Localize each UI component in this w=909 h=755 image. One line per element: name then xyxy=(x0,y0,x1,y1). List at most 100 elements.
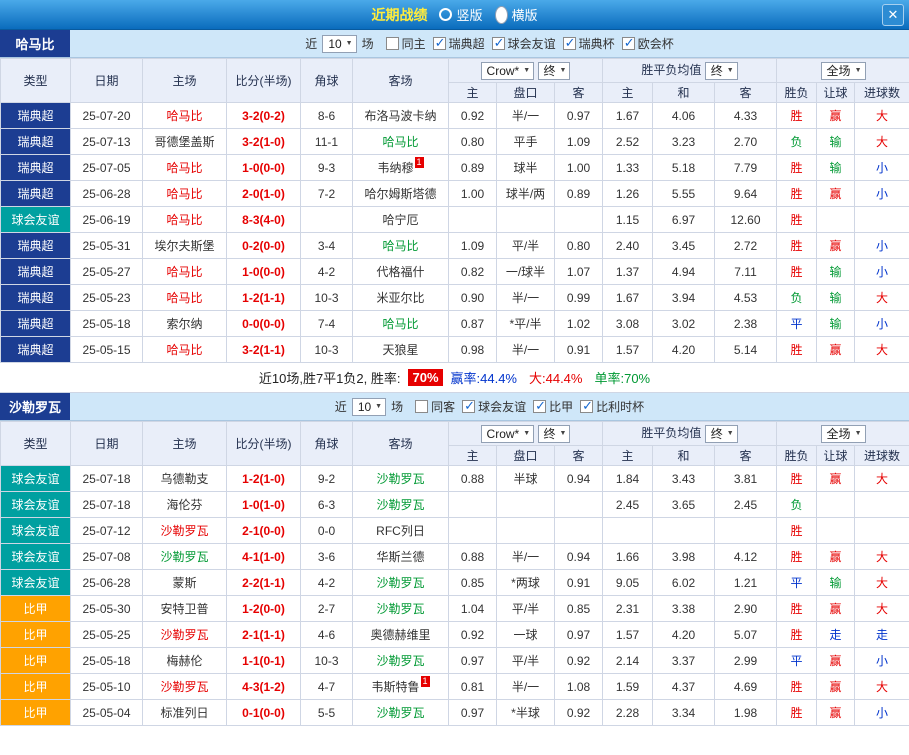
layout-horizontal-option[interactable]: 横版 xyxy=(494,5,538,24)
close-icon[interactable]: ✕ xyxy=(882,4,904,26)
radio-selected-icon[interactable] xyxy=(494,5,508,24)
match-row: 比甲 25-05-18 梅赫伦 1-1(0-1) 10-3 沙勒罗瓦 0.97 平/半 0.92… xyxy=(0,647,909,674)
result-goals: 大 xyxy=(854,465,909,492)
home-team[interactable]: 标准列日 xyxy=(142,699,227,726)
avg-draw: 4.20 xyxy=(652,621,716,648)
filter-checkbox[interactable]: 同客 xyxy=(415,398,455,415)
checkbox-icon[interactable] xyxy=(415,399,429,413)
match-count-select[interactable]: 10 ▼ xyxy=(351,397,387,416)
away-team[interactable]: 哈马比 xyxy=(352,232,449,259)
checkbox-icon[interactable] xyxy=(462,398,476,414)
league-type: 球会友谊 xyxy=(0,491,71,518)
avg-final-select[interactable]: 终 ▼ xyxy=(704,61,738,80)
match-date: 25-05-23 xyxy=(70,284,143,311)
bookmaker-select[interactable]: Crow* ▼ xyxy=(480,61,535,80)
layout-vertical-option[interactable]: 竖版 xyxy=(439,5,483,24)
result-goals: 大 xyxy=(854,102,909,129)
home-team[interactable]: 沙勒罗瓦 xyxy=(142,517,227,544)
home-team[interactable]: 哈马比 xyxy=(142,284,227,311)
away-team[interactable]: 天狼星 xyxy=(352,336,449,363)
home-team[interactable]: 哈马比 xyxy=(142,336,227,363)
checkbox-icon[interactable] xyxy=(533,398,547,414)
away-team[interactable]: 沙勒罗瓦 xyxy=(352,647,449,674)
team-section-2: 沙勒罗瓦 近 10▼ 场 同客球会友谊比甲比利时杯 类型 日期 主场 比分(半场… xyxy=(0,393,909,726)
filter-checkbox[interactable]: 球会友谊 xyxy=(491,35,556,52)
away-team[interactable]: 沙勒罗瓦 xyxy=(352,491,449,518)
home-team[interactable]: 梅赫伦 xyxy=(142,647,227,674)
result-handicap: 输 xyxy=(816,258,856,285)
filter-checkbox[interactable]: 球会友谊 xyxy=(462,398,526,415)
avg-home: 2.52 xyxy=(602,128,654,155)
away-team[interactable]: 哈马比 xyxy=(352,310,449,337)
match-row: 比甲 25-05-04 标准列日 0-1(0-0) 5-5 沙勒罗瓦 0.97 *半球 0.92… xyxy=(0,699,909,726)
away-team[interactable]: 哈马比 xyxy=(352,128,449,155)
away-team[interactable]: 韦纳穆 1 xyxy=(352,154,449,181)
home-team[interactable]: 沙勒罗瓦 xyxy=(142,621,227,648)
odds-home: 1.04 xyxy=(448,595,497,622)
home-team[interactable]: 蒙斯 xyxy=(142,569,227,596)
col-odds-line: 盘口 xyxy=(496,445,555,466)
home-team[interactable]: 索尔纳 xyxy=(142,310,227,337)
filter-checkbox[interactable]: 欧会杯 xyxy=(621,35,674,52)
win-rate-badge: 70% xyxy=(408,369,443,386)
home-team[interactable]: 海伦芬 xyxy=(142,491,227,518)
bookmaker-select[interactable]: Crow* ▼ xyxy=(480,424,535,443)
avg-draw: 3.65 xyxy=(652,491,716,518)
away-team[interactable]: 代格福什 xyxy=(352,258,449,285)
filter-checkbox[interactable]: 瑞典杯 xyxy=(562,35,615,52)
filter-near-label: 近 xyxy=(334,400,347,414)
summary-stat: 赢率:44.4% xyxy=(450,371,517,386)
scope-select[interactable]: 全场 ▼ xyxy=(820,424,866,443)
checkbox-icon[interactable] xyxy=(491,35,505,51)
away-team[interactable]: 沙勒罗瓦 xyxy=(352,595,449,622)
odds-final-select[interactable]: 终 ▼ xyxy=(537,61,571,80)
away-team[interactable]: 米亚尔比 xyxy=(352,284,449,311)
home-team[interactable]: 埃尔夫斯堡 xyxy=(142,232,227,259)
home-team[interactable]: 哈马比 xyxy=(142,258,227,285)
checkbox-icon[interactable] xyxy=(580,398,594,414)
chevron-down-icon: ▼ xyxy=(854,67,862,74)
away-team[interactable]: 韦斯特鲁 1 xyxy=(352,673,449,700)
filter-checkbox[interactable]: 瑞典超 xyxy=(432,35,485,52)
filter-checkbox[interactable]: 比利时杯 xyxy=(580,398,644,415)
home-team[interactable]: 安特卫普 xyxy=(142,595,227,622)
odds-final-select[interactable]: 终 ▼ xyxy=(537,424,571,443)
filter-checkbox[interactable]: 同主 xyxy=(385,35,426,52)
away-team[interactable]: 哈宁厄 xyxy=(352,206,449,233)
home-team[interactable]: 沙勒罗瓦 xyxy=(142,543,227,570)
match-count-select[interactable]: 10 ▼ xyxy=(322,34,357,53)
checkbox-label: 欧会杯 xyxy=(637,36,674,51)
home-team[interactable]: 乌德勒支 xyxy=(142,465,227,492)
filter-checkbox[interactable]: 比甲 xyxy=(533,398,573,415)
avg-final-select[interactable]: 终 ▼ xyxy=(704,424,738,443)
away-team[interactable]: 沙勒罗瓦 xyxy=(352,699,449,726)
home-team[interactable]: 哥德堡盖斯 xyxy=(142,128,227,155)
match-date: 25-05-18 xyxy=(70,647,143,674)
checkbox-icon[interactable] xyxy=(385,36,399,50)
away-team[interactable]: 哈尔姆斯塔德 xyxy=(352,180,449,207)
odds-home xyxy=(448,517,497,544)
away-team[interactable]: 华斯兰德 xyxy=(352,543,449,570)
away-team[interactable]: 沙勒罗瓦 xyxy=(352,465,449,492)
checkbox-icon[interactable] xyxy=(432,35,446,51)
col-goals: 进球数 xyxy=(854,445,909,466)
away-team[interactable]: 布洛马波卡纳 xyxy=(352,102,449,129)
home-team[interactable]: 沙勒罗瓦 xyxy=(142,673,227,700)
scope-select[interactable]: 全场 ▼ xyxy=(820,61,866,80)
checkbox-icon[interactable] xyxy=(621,35,635,51)
checkbox-icon[interactable] xyxy=(562,35,576,51)
odds-home: 0.90 xyxy=(448,284,497,311)
home-team[interactable]: 哈马比 xyxy=(142,206,227,233)
home-team[interactable]: 哈马比 xyxy=(142,180,227,207)
away-team[interactable]: 奥德赫维里 xyxy=(352,621,449,648)
away-team[interactable]: 沙勒罗瓦 xyxy=(352,569,449,596)
result-goals: 走 xyxy=(854,621,909,648)
result-wdl: 胜 xyxy=(776,673,818,700)
radio-icon[interactable] xyxy=(439,8,453,21)
odds-line: 半/一 xyxy=(496,543,555,570)
away-team[interactable]: RFC列日 xyxy=(352,517,449,544)
home-team[interactable]: 哈马比 xyxy=(142,102,227,129)
avg-home: 1.26 xyxy=(602,180,654,207)
home-team[interactable]: 哈马比 xyxy=(142,154,227,181)
avg-home: 3.08 xyxy=(602,310,654,337)
